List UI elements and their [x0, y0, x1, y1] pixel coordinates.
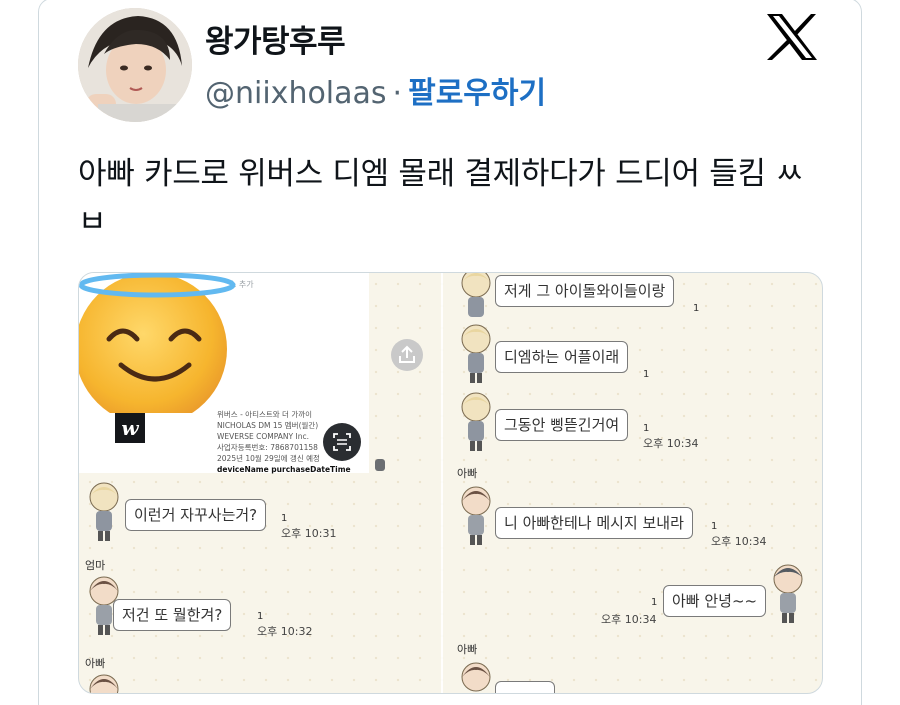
- unread-count: 1: [693, 303, 700, 314]
- chat-time: 오후 10:34: [643, 437, 699, 450]
- chat-bubble: 디엠하는 어플이래: [495, 341, 629, 373]
- chat-avatar: [89, 482, 119, 541]
- chat-sender: 아빠: [457, 643, 478, 656]
- unread-count: 1: [281, 513, 288, 524]
- unread-count: 1: [643, 369, 650, 380]
- chat-bubble-mine: 아빠 안녕~~: [663, 585, 767, 617]
- chat-avatar: [461, 324, 491, 383]
- chat-sender: 엄마: [85, 559, 106, 572]
- unread-count: 1: [257, 611, 264, 622]
- receipt-fields: deviceName purchaseDateTime: [217, 465, 351, 474]
- follow-button[interactable]: 팔로우하기: [408, 76, 546, 111]
- separator: ·: [392, 76, 403, 111]
- chat-avatar: [461, 662, 491, 692]
- display-name[interactable]: 왕가탕후루: [205, 16, 346, 61]
- unread-count: 1: [711, 521, 718, 532]
- chat-bubble: [495, 681, 555, 693]
- handle-row: @niixholaas · 팔로우하기: [205, 68, 546, 112]
- lock-icon: [375, 459, 385, 471]
- chat-time: 오후 10:31: [281, 527, 337, 540]
- tweet-text: 아빠 카드로 위버스 디엠 몰래 결제하다가 드디어 들킴 ㅆㅂ: [78, 156, 804, 232]
- emoji-halo-smile: [79, 273, 236, 413]
- chat-time: 오후 10:32: [257, 625, 313, 638]
- unread-count: 1: [651, 597, 658, 608]
- chat-bubble: 저게 그 아이돌와이들이랑: [495, 275, 675, 307]
- chat-time: 오후 10:34: [711, 535, 767, 548]
- chat-avatar: [461, 392, 491, 451]
- avatar-photo: [78, 8, 192, 122]
- unread-count: 1: [643, 423, 650, 434]
- weverse-logo: w: [115, 413, 145, 443]
- chat-avatar: [773, 564, 803, 623]
- chat-avatar: [461, 486, 491, 545]
- chat-avatar: [89, 674, 119, 693]
- chat-bubble: 그동안 삥뜯긴거여: [495, 409, 629, 441]
- x-logo-icon[interactable]: [765, 12, 819, 62]
- chat-bubble: 니 아빠한테나 메시지 보내라: [495, 507, 693, 539]
- chat-bubble: 저건 또 뭘한겨?: [113, 599, 232, 631]
- chat-sender: 아빠: [85, 657, 106, 670]
- chat-sender: 아빠: [457, 467, 478, 480]
- user-handle[interactable]: @niixholaas: [205, 76, 387, 111]
- chat-time: 오후 10:34: [601, 613, 657, 626]
- image-divider: [441, 273, 443, 693]
- scan-icon[interactable]: [323, 423, 361, 461]
- avatar[interactable]: [78, 8, 192, 122]
- tweet-media[interactable]: 소 추가 w 위버스 - 아티스트와 더 가까이 NICHOLAS DM 15 …: [78, 272, 823, 694]
- chat-bubble: 이런거 자꾸사는거?: [125, 499, 267, 531]
- share-icon[interactable]: [391, 339, 423, 371]
